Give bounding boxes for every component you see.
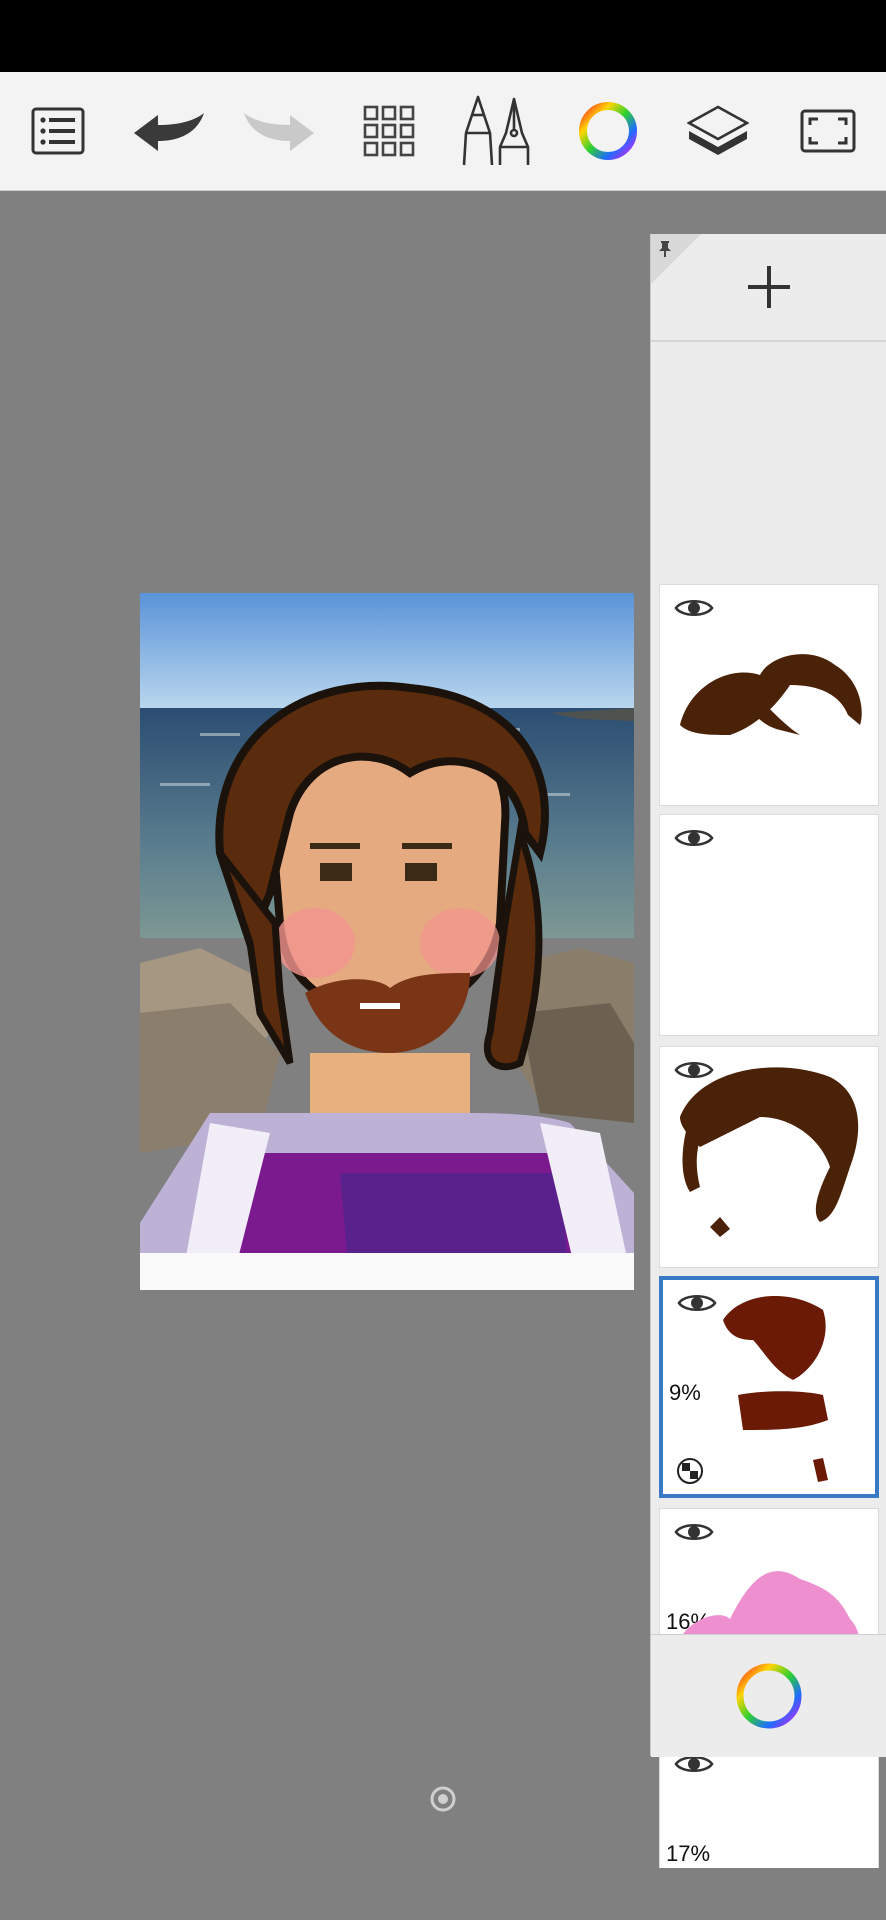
layer-light[interactable]: 17% (659, 1740, 879, 1868)
pin-icon[interactable] (657, 240, 673, 258)
plus-icon (748, 266, 790, 308)
redo-button[interactable] (234, 86, 324, 176)
tools-button[interactable] (344, 86, 434, 176)
toolbar (0, 72, 886, 191)
layer-shading[interactable]: 9% (659, 1276, 879, 1498)
menu-button[interactable] (13, 86, 103, 176)
pencil-pen-icon (462, 95, 530, 166)
layers-panel: 9% 16% 17% (650, 234, 886, 1868)
undo-button[interactable] (124, 86, 214, 176)
undo-arrow-icon (134, 113, 204, 151)
redo-arrow-icon (244, 113, 314, 151)
color-wheel-icon (579, 102, 637, 160)
list-icon (31, 107, 85, 155)
rotate-handle-icon[interactable] (430, 1786, 456, 1812)
fullscreen-icon (800, 109, 856, 153)
color-button[interactable] (563, 86, 653, 176)
color-wheel-icon[interactable] (733, 1660, 805, 1732)
clipping-icon[interactable] (677, 1458, 703, 1484)
drawing-canvas[interactable] (140, 593, 634, 1290)
layer-thumbnail (680, 654, 862, 735)
brushes-button[interactable] (452, 86, 542, 176)
layer-hair-top[interactable] (659, 584, 879, 806)
layer-opacity: 17% (666, 1841, 711, 1866)
layer-hair-side[interactable] (659, 1046, 879, 1268)
status-bar (0, 0, 886, 72)
layer-empty[interactable] (659, 814, 879, 1036)
layers-panel-footer (651, 1634, 886, 1757)
canvas-artwork (140, 593, 634, 1290)
layer-thumbnail (680, 1067, 859, 1237)
grid-icon (363, 105, 415, 157)
layers-button[interactable] (673, 86, 763, 176)
layers-icon (687, 105, 749, 155)
eye-icon[interactable] (674, 825, 714, 851)
fullscreen-button[interactable] (783, 86, 873, 176)
